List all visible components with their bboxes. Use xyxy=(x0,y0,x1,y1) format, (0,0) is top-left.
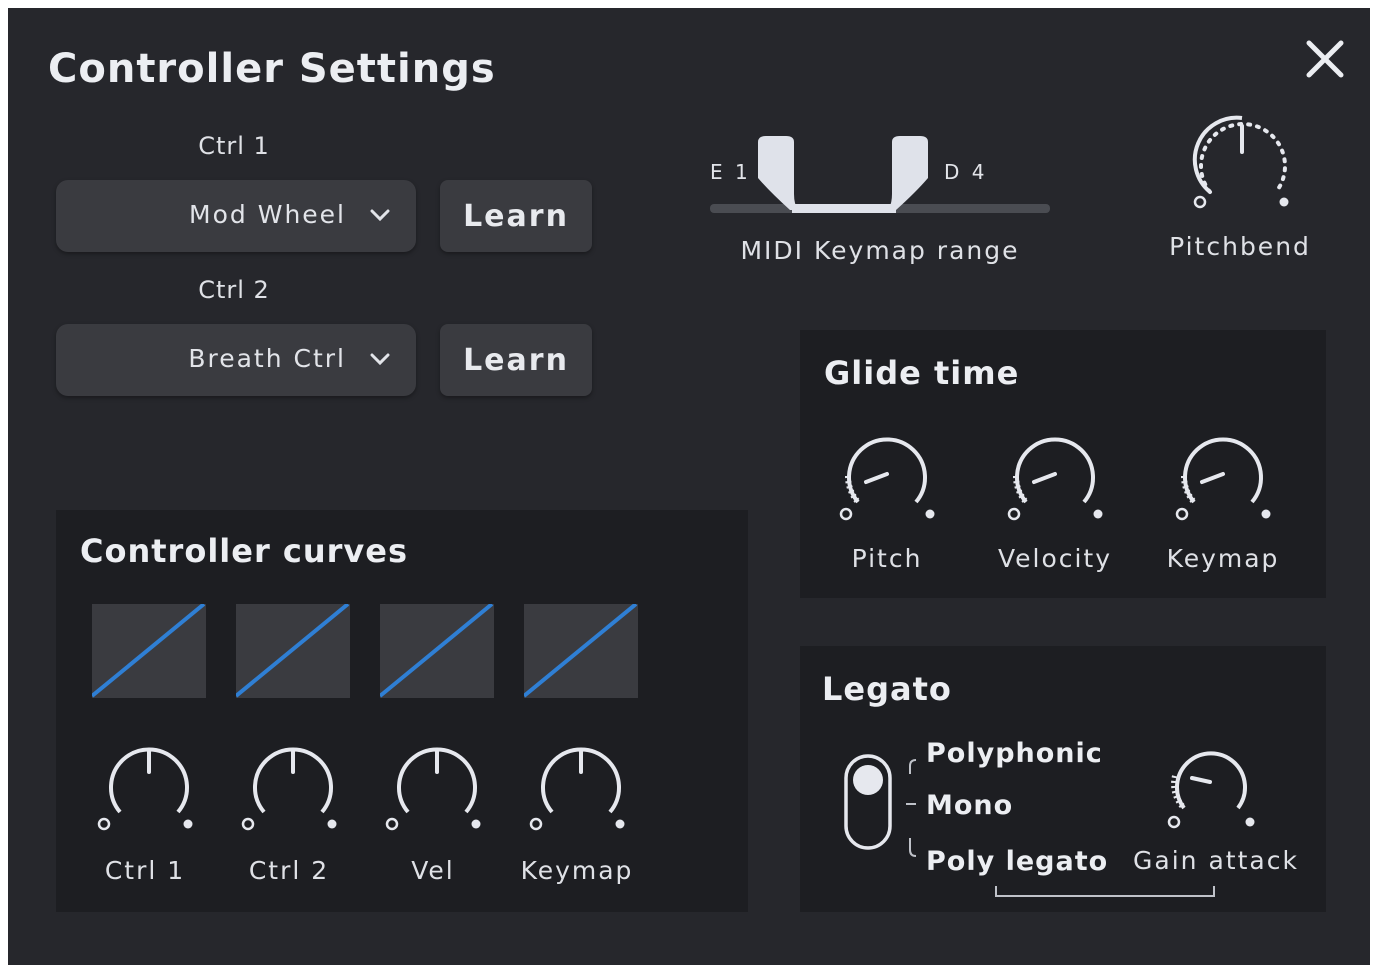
gain-attack-label: Gain attack xyxy=(1133,846,1299,875)
gain-attack-knob[interactable] xyxy=(1162,742,1262,834)
chevron-down-icon xyxy=(370,209,390,222)
keymap-range-slider[interactable] xyxy=(700,132,1060,232)
keymap-curve-knob[interactable] xyxy=(526,738,636,838)
vel-curve-label: Vel xyxy=(411,856,455,885)
ctrl-1-selected-value: Mod Wheel xyxy=(189,200,346,229)
controller-settings-dialog: Controller Settings Ctrl 1 Mod Wheel Lea… xyxy=(8,8,1370,965)
glide-velocity-knob[interactable] xyxy=(1000,428,1110,528)
keymap-low-handle xyxy=(758,136,798,210)
pitchbend-knob[interactable] xyxy=(1180,108,1300,218)
glide-time-section: Glide time Pitch Velocity Keymap xyxy=(800,330,1326,598)
glide-keymap-knob[interactable] xyxy=(1168,428,1278,528)
ctrl-1-curve-label: Ctrl 1 xyxy=(104,856,186,885)
ctrl-2-curve-label: Ctrl 2 xyxy=(248,856,330,885)
glide-pitch-knob[interactable] xyxy=(832,428,942,528)
ctrl-2-curve[interactable] xyxy=(234,602,350,698)
ctrl-2-selected-value: Breath Ctrl xyxy=(188,344,346,373)
controller-curves-title: Controller curves xyxy=(80,532,409,570)
keymap-selected-range xyxy=(792,204,896,213)
glide-velocity-label: Velocity xyxy=(997,544,1113,573)
gain-attack-link-bracket xyxy=(994,884,1218,900)
ctrl-2-dropdown[interactable]: Breath Ctrl xyxy=(56,324,416,396)
legato-option-bracket xyxy=(902,746,922,866)
ctrl-1-curve[interactable] xyxy=(90,602,206,698)
keymap-range-label: MIDI Keymap range xyxy=(740,236,1020,265)
ctrl-1-learn-button[interactable]: Learn xyxy=(440,180,592,252)
pitchbend-label: Pitchbend xyxy=(1169,232,1311,261)
ctrl-2-curve-knob[interactable] xyxy=(238,738,348,838)
keymap-low-note: E 1 xyxy=(710,160,751,184)
vel-curve-knob[interactable] xyxy=(382,738,492,838)
glide-keymap-label: Keymap xyxy=(1166,544,1280,573)
legato-section: Legato Polyphonic Mono Poly legato Gain … xyxy=(800,646,1326,912)
ctrl-2-learn-button[interactable]: Learn xyxy=(440,324,592,396)
glide-time-title: Glide time xyxy=(824,354,1020,392)
vel-curve[interactable] xyxy=(378,602,494,698)
legato-option-mono[interactable]: Mono xyxy=(926,790,1013,821)
legato-option-poly-legato[interactable]: Poly legato xyxy=(926,846,1108,877)
controller-curves-section: Controller curves Ctrl 1 Ctrl 2 Vel Keym… xyxy=(56,510,748,912)
ctrl-1-dropdown[interactable]: Mod Wheel xyxy=(56,180,416,252)
keymap-curve-label: Keymap xyxy=(520,856,634,885)
ctrl-1-curve-knob[interactable] xyxy=(94,738,204,838)
glide-pitch-label: Pitch xyxy=(851,544,923,573)
legato-mode-switch[interactable] xyxy=(844,754,892,850)
keymap-high-note: D 4 xyxy=(944,160,988,184)
switch-thumb xyxy=(853,765,883,795)
legato-title: Legato xyxy=(822,670,952,708)
ctrl-1-label: Ctrl 1 xyxy=(198,132,270,160)
dialog-title: Controller Settings xyxy=(48,46,496,92)
close-icon[interactable] xyxy=(1304,38,1346,80)
keymap-high-handle xyxy=(888,136,928,210)
legato-option-polyphonic[interactable]: Polyphonic xyxy=(926,738,1103,769)
ctrl-2-label: Ctrl 2 xyxy=(198,276,270,304)
keymap-curve[interactable] xyxy=(522,602,638,698)
chevron-down-icon xyxy=(370,353,390,366)
